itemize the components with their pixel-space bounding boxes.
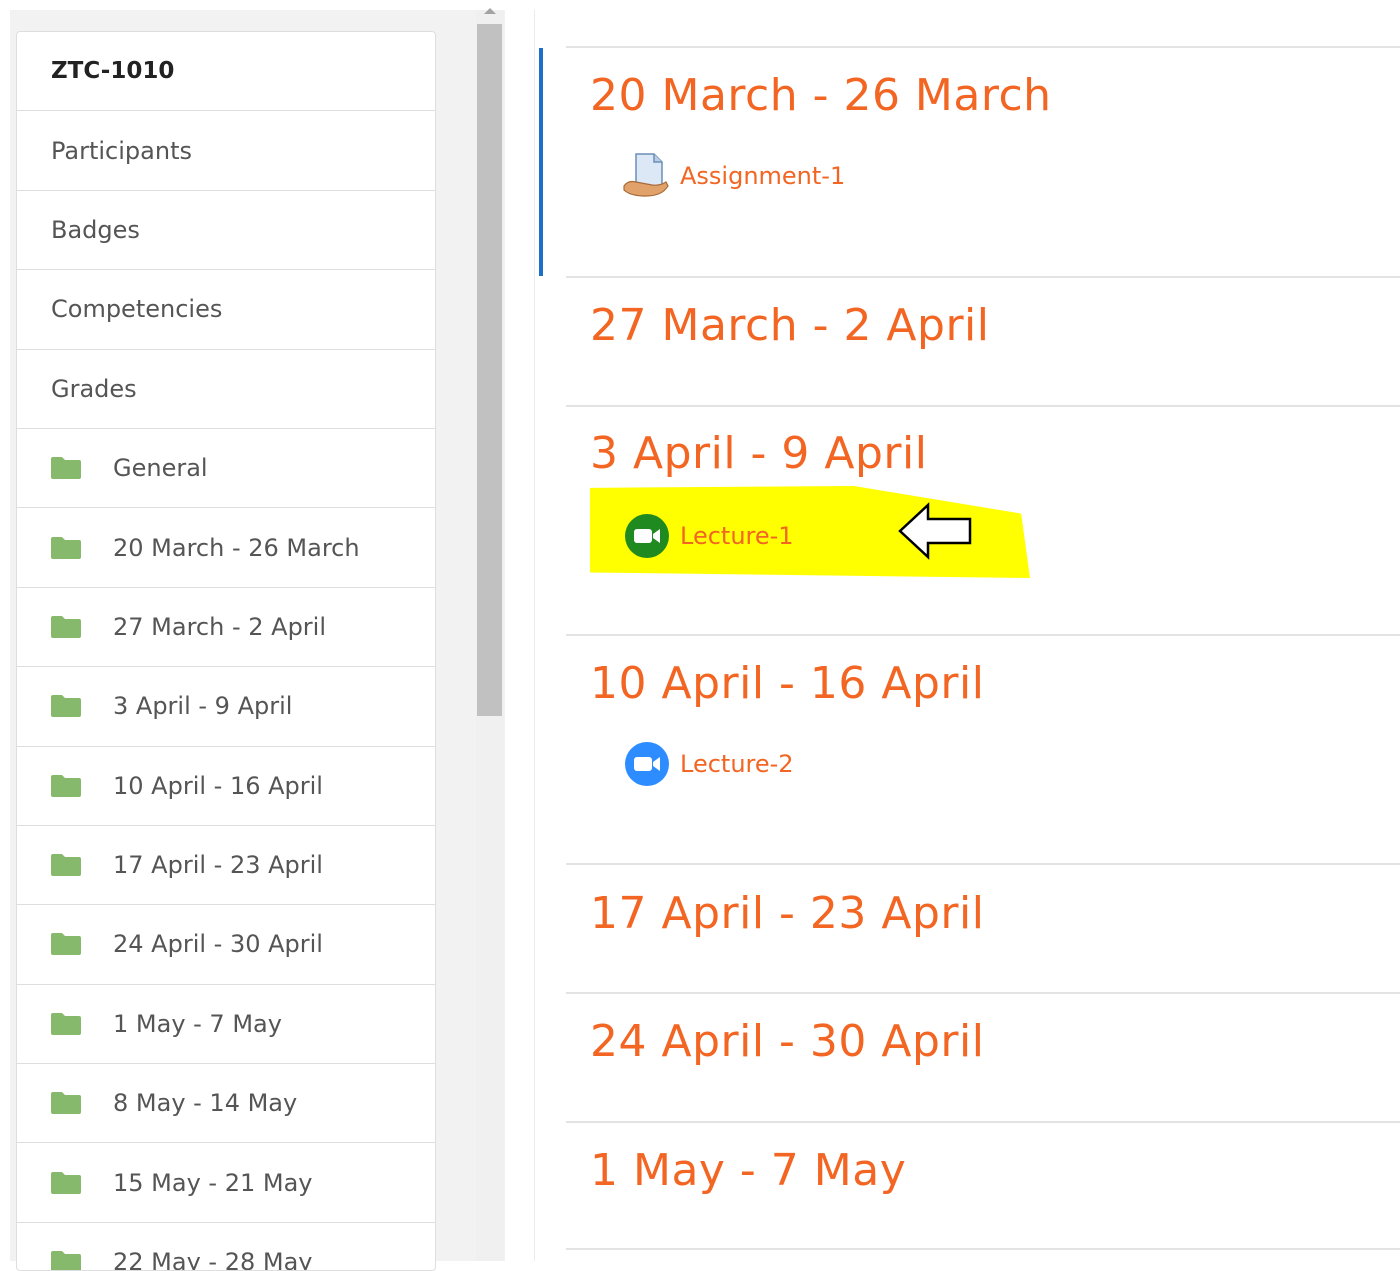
nav-section-3[interactable]: 3 April - 9 April [17,667,435,747]
folder-icon [51,695,81,718]
nav-item-label: 24 April - 30 April [113,930,323,959]
section-divider [566,46,1400,48]
assignment-icon [623,153,669,197]
section-divider [566,405,1400,407]
section-title[interactable]: 17 April - 23 April [590,888,984,939]
section-divider [566,992,1400,994]
nav-item-label: 22 May - 28 May [113,1248,313,1271]
nav-item-label: General [113,454,208,483]
activity-assignment-1[interactable]: Assignment-1 [622,152,845,200]
nav-item-label: 27 March - 2 April [113,612,326,641]
scroll-up-arrow-icon[interactable] [484,8,496,14]
folder-icon [51,854,81,877]
course-shortname-link[interactable]: ZTC-1010 [17,32,435,112]
folder-icon [51,933,81,956]
nav-grades[interactable]: Grades [17,350,435,429]
folder-icon [51,1012,81,1035]
nav-badges[interactable]: Badges [17,191,435,271]
nav-item-label: 17 April - 23 April [113,851,323,880]
section-divider [566,863,1400,865]
folder-icon [51,1251,81,1270]
section-title[interactable]: 24 April - 30 April [590,1016,984,1067]
section-title[interactable]: 10 April - 16 April [590,658,984,709]
nav-item-label: Badges [51,215,140,244]
section-title[interactable]: 1 May - 7 May [590,1145,906,1196]
activity-lecture-2[interactable]: Lecture-2 [624,741,794,787]
content-divider [534,10,535,1261]
folder-icon [51,457,81,480]
nav-section-5[interactable]: 17 April - 23 April [17,826,435,906]
current-section-indicator [539,48,543,276]
nav-section-1[interactable]: 20 March - 26 March [17,508,435,588]
section-divider [566,1248,1400,1250]
activity-link[interactable]: Lecture-1 [680,522,794,550]
nav-competencies[interactable]: Competencies [17,270,435,350]
nav-item-label: 1 May - 7 May [113,1009,282,1038]
zoom-video-icon [625,514,669,558]
nav-section-general[interactable]: General [17,429,435,509]
section-divider [566,1121,1400,1123]
nav-item-label: Grades [51,374,137,403]
section-title[interactable]: 3 April - 9 April [590,428,927,479]
folder-icon [51,1092,81,1115]
drawer-nav-list: ZTC-1010 Participants Badges Competencie… [16,31,436,1271]
folder-icon [51,1171,81,1194]
nav-section-2[interactable]: 27 March - 2 April [17,588,435,668]
nav-section-4[interactable]: 10 April - 16 April [17,747,435,826]
activity-lecture-1[interactable]: Lecture-1 [624,513,794,559]
folder-icon [51,774,81,797]
nav-section-7[interactable]: 1 May - 7 May [17,985,435,1065]
nav-item-label: Competencies [51,295,223,324]
section-divider [566,276,1400,278]
nav-participants[interactable]: Participants [17,111,435,191]
folder-icon [51,536,81,559]
activity-link[interactable]: Lecture-2 [680,750,794,778]
folder-icon [51,615,81,638]
section-title[interactable]: 27 March - 2 April [590,300,990,351]
drawer-scrollbar-thumb[interactable] [477,24,502,716]
section-divider [566,634,1400,636]
nav-section-8[interactable]: 8 May - 14 May [17,1064,435,1144]
nav-section-10[interactable]: 22 May - 28 May [17,1223,435,1271]
activity-link[interactable]: Assignment-1 [680,162,845,190]
nav-section-9[interactable]: 15 May - 21 May [17,1143,435,1223]
nav-section-6[interactable]: 24 April - 30 April [17,905,435,985]
course-shortname: ZTC-1010 [51,58,175,85]
section-title[interactable]: 20 March - 26 March [590,70,1052,121]
zoom-video-icon [625,742,669,786]
nav-item-label: 20 March - 26 March [113,533,360,562]
nav-item-label: 3 April - 9 April [113,692,293,721]
nav-item-label: 8 May - 14 May [113,1089,298,1118]
nav-item-label: 10 April - 16 April [113,771,323,800]
left-arrow-icon [898,502,972,560]
nav-item-label: Participants [51,136,192,165]
nav-item-label: 15 May - 21 May [113,1168,313,1197]
